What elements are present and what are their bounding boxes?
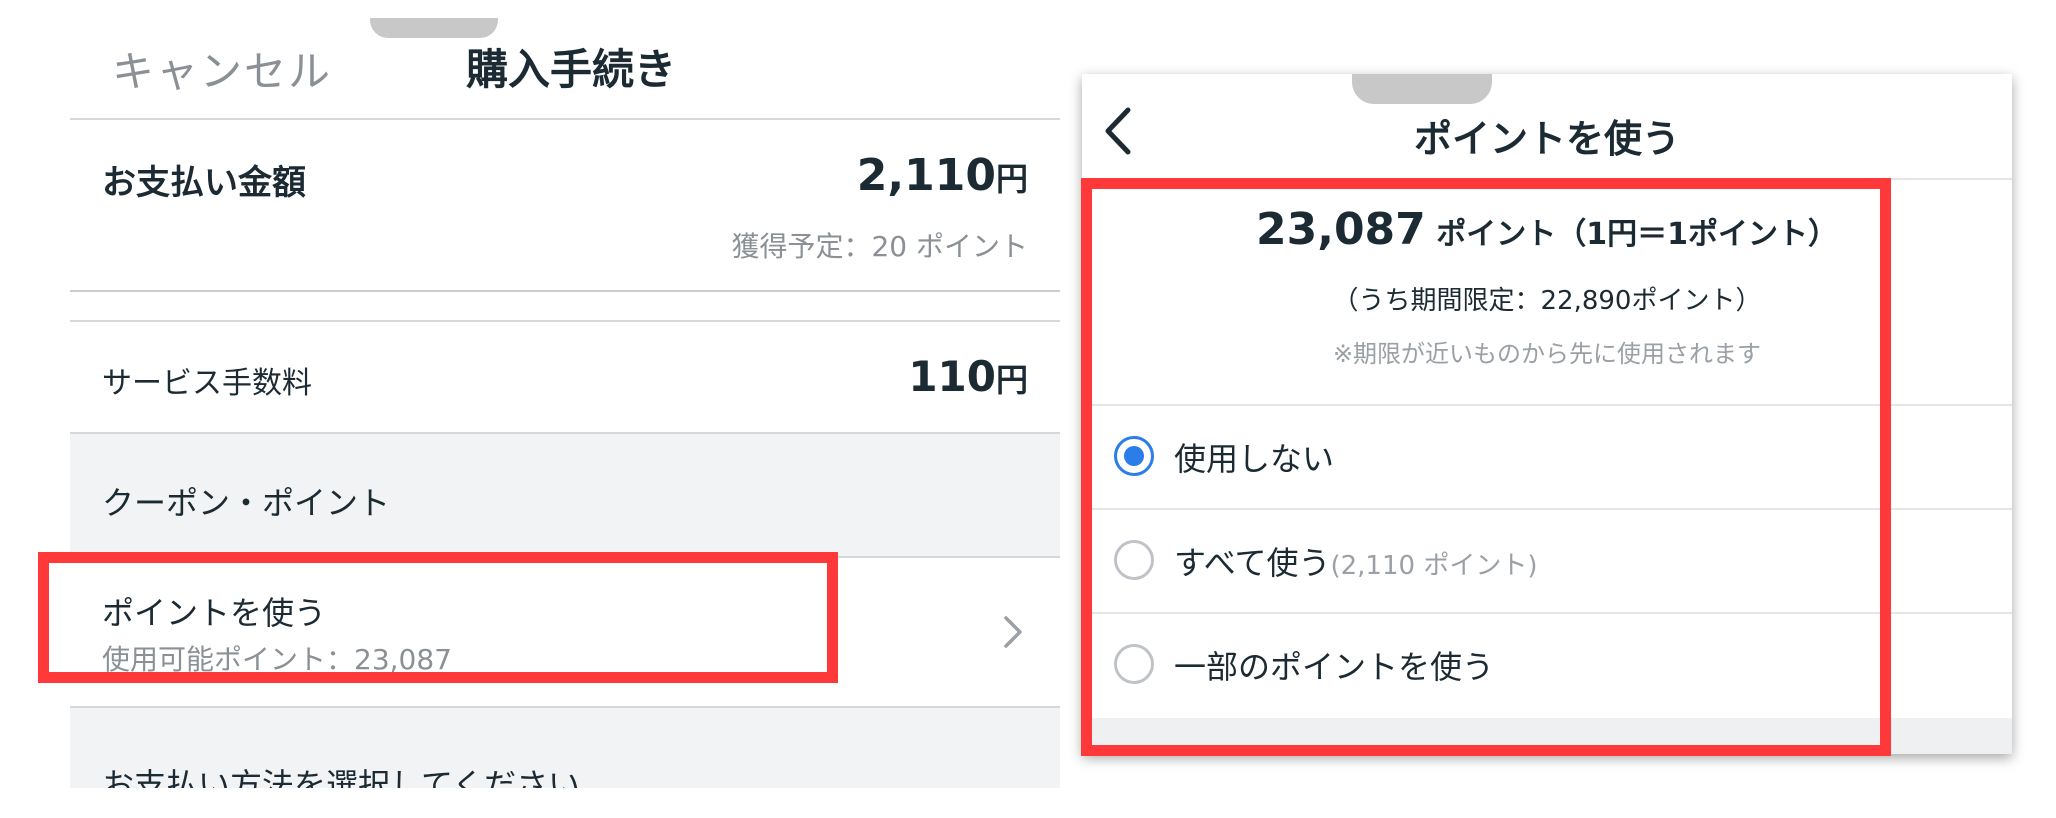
divider	[70, 432, 1060, 434]
service-fee-value: 110	[908, 352, 996, 401]
service-fee-currency: 円	[995, 361, 1028, 399]
highlight-box	[38, 552, 838, 683]
service-fee-label: サービス手数料	[102, 366, 312, 401]
screen-title: ポイントを使う	[1413, 117, 1680, 161]
notch-handle	[370, 18, 498, 38]
cancel-button[interactable]: キャンセル	[112, 38, 332, 99]
purchase-screen: キャンセル 購入手続き お支払い金額 2,110円 獲得予定：20 ポイント サ…	[0, 0, 1080, 818]
payment-amount: 2,110円	[760, 150, 1028, 201]
page-title: 購入手続き	[466, 45, 677, 94]
payment-amount-label: お支払い金額	[102, 163, 306, 203]
divider	[70, 118, 1060, 120]
payment-currency: 円	[995, 160, 1028, 198]
divider	[70, 320, 1060, 322]
payment-method-section[interactable]: お支払い方法を選択してください	[70, 708, 1060, 788]
notch-handle	[1352, 74, 1492, 104]
chevron-right-icon	[1004, 616, 1022, 648]
divider	[70, 290, 1060, 292]
highlight-box	[1081, 178, 1891, 756]
earn-points-note: 獲得予定：20 ポイント	[731, 230, 1028, 263]
coupon-section-label: クーポン・ポイント	[102, 484, 391, 522]
payment-method-label: お支払い方法を選択してください	[102, 766, 581, 788]
service-fee-amount: 110円	[760, 352, 1028, 401]
payment-amount-value: 2,110	[856, 150, 996, 201]
